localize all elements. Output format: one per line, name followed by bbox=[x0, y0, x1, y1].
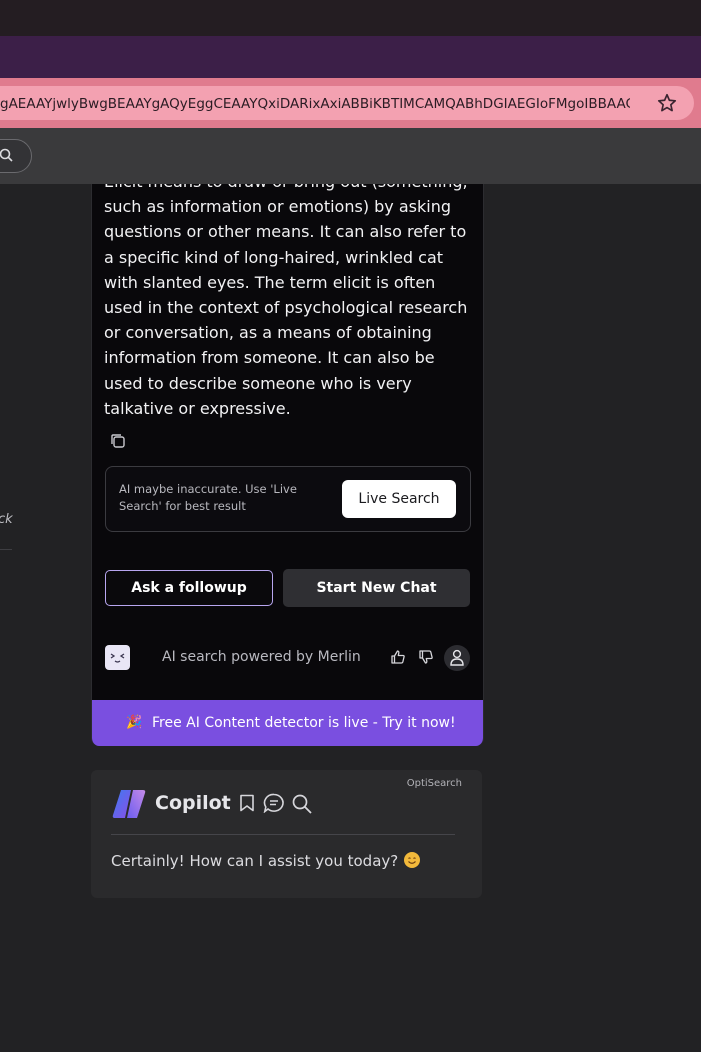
start-new-chat-button[interactable]: Start New Chat bbox=[283, 569, 470, 607]
copy-icon[interactable] bbox=[109, 432, 127, 450]
address-bar: gAEAAYjwlyBwgBEAAYgAQyEggCEAAYQxiDARixAx… bbox=[0, 78, 701, 128]
bookmark-icon[interactable] bbox=[239, 794, 255, 812]
promo-text: Free AI Content detector is live - Try i… bbox=[152, 715, 456, 731]
search-box[interactable] bbox=[0, 139, 32, 173]
window-top-strip bbox=[0, 0, 701, 36]
url-field[interactable]: gAEAAYjwlyBwgBEAAYgAQyEggCEAAYQxiDARixAx… bbox=[0, 86, 694, 120]
tab-bar bbox=[0, 36, 701, 78]
disclaimer-box: AI maybe inaccurate. Use 'Live Search' f… bbox=[105, 466, 471, 532]
sidebar-divider bbox=[0, 549, 12, 550]
search-icon bbox=[0, 148, 13, 162]
thumbs-up-icon[interactable] bbox=[390, 649, 406, 665]
url-text[interactable]: gAEAAYjwlyBwgBEAAYgAQyEggCEAAYQxiDARixAx… bbox=[0, 94, 630, 114]
copilot-card: OptiSearch Copilot Certainly! How can I … bbox=[91, 770, 482, 898]
merlin-answer-card: Elicit means to draw or bring out (somet… bbox=[91, 184, 484, 746]
live-search-button[interactable]: Live Search bbox=[342, 480, 456, 518]
copilot-title: Copilot bbox=[155, 792, 231, 814]
thumbs-down-icon[interactable] bbox=[418, 649, 434, 665]
party-popper-icon: 🎉 bbox=[126, 715, 143, 730]
user-avatar-icon[interactable] bbox=[444, 645, 470, 671]
disclaimer-text: AI maybe inaccurate. Use 'Live Search' f… bbox=[119, 482, 297, 513]
merlin-logo bbox=[105, 645, 130, 670]
optisearch-badge: OptiSearch bbox=[406, 778, 462, 789]
copilot-reply-text: Certainly! How can I assist you today? bbox=[111, 852, 399, 870]
answer-text: Elicit means to draw or bring out (somet… bbox=[104, 184, 468, 418]
powered-by-text: AI search powered by Merlin bbox=[162, 649, 361, 665]
copilot-reply: Certainly! How can I assist you today? bbox=[111, 852, 421, 870]
promo-banner[interactable]: 🎉 Free AI Content detector is live - Try… bbox=[92, 700, 483, 746]
ask-followup-button[interactable]: Ask a followup bbox=[105, 570, 273, 606]
copilot-logo-icon bbox=[112, 790, 146, 818]
chat-icon[interactable] bbox=[263, 793, 285, 813]
smiling-face-icon bbox=[404, 852, 421, 868]
bookmark-star-icon[interactable] bbox=[656, 92, 678, 114]
copilot-divider bbox=[111, 834, 455, 835]
search-toolbar bbox=[0, 128, 701, 184]
search-icon[interactable] bbox=[291, 793, 313, 815]
sidebar-partial-text: ck bbox=[0, 512, 13, 527]
